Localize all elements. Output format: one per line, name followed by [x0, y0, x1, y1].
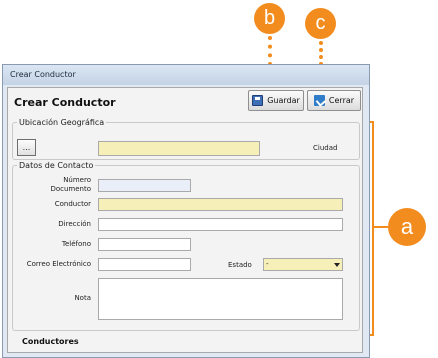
- chevron-down-icon: [334, 263, 340, 267]
- location-group: Ubicación Geográfica ... Ciudad: [12, 118, 360, 160]
- callout-c-connector: [319, 41, 327, 66]
- document-number-label-line2: Documento: [50, 185, 91, 193]
- status-select[interactable]: -: [263, 258, 343, 271]
- document-number-label-line1: Número: [63, 176, 91, 184]
- callout-a-connector: [374, 226, 388, 228]
- location-group-legend: Ubicación Geográfica: [19, 118, 105, 127]
- save-button-label: Guardar: [267, 96, 300, 105]
- address-field[interactable]: [98, 218, 343, 231]
- email-label: Correo Electrónico: [26, 260, 91, 268]
- callout-b-connector: [268, 36, 276, 66]
- callout-c: c: [305, 8, 336, 39]
- close-icon: [313, 95, 325, 106]
- window-titlebar: Crear Conductor: [3, 65, 369, 85]
- city-label: Ciudad: [313, 144, 338, 152]
- window-title: Crear Conductor: [10, 70, 76, 79]
- status-label: Estado: [228, 261, 252, 269]
- conductores-section-label: Conductores: [22, 337, 79, 346]
- callout-a: a: [388, 208, 426, 246]
- save-icon: [252, 95, 264, 106]
- contact-group-legend: Datos de Contacto: [19, 161, 94, 170]
- document-number-label: Número Documento: [33, 176, 91, 194]
- form-panel: Crear Conductor Guardar Cerrar Ubicación…: [7, 87, 363, 353]
- contact-group: Datos de Contacto Número Documento Condu…: [12, 161, 360, 331]
- callout-b: b: [254, 3, 285, 34]
- note-field[interactable]: [98, 278, 343, 320]
- driver-field[interactable]: [98, 198, 343, 211]
- save-button[interactable]: Guardar: [248, 90, 304, 111]
- driver-label: Conductor: [54, 200, 91, 208]
- close-button[interactable]: Cerrar: [307, 90, 361, 111]
- city-field[interactable]: [98, 141, 260, 156]
- document-number-field[interactable]: [98, 179, 191, 192]
- email-field[interactable]: [98, 258, 191, 271]
- close-button-label: Cerrar: [328, 96, 355, 105]
- form-heading: Crear Conductor: [14, 96, 116, 109]
- crear-conductor-window: Crear Conductor Crear Conductor Guardar …: [2, 64, 370, 358]
- status-select-value: -: [266, 260, 269, 268]
- note-label: Nota: [74, 294, 91, 302]
- phone-label: Teléfono: [61, 240, 91, 248]
- phone-field[interactable]: [98, 238, 191, 251]
- address-label: Dirección: [58, 220, 91, 228]
- location-picker-button[interactable]: ...: [17, 139, 36, 156]
